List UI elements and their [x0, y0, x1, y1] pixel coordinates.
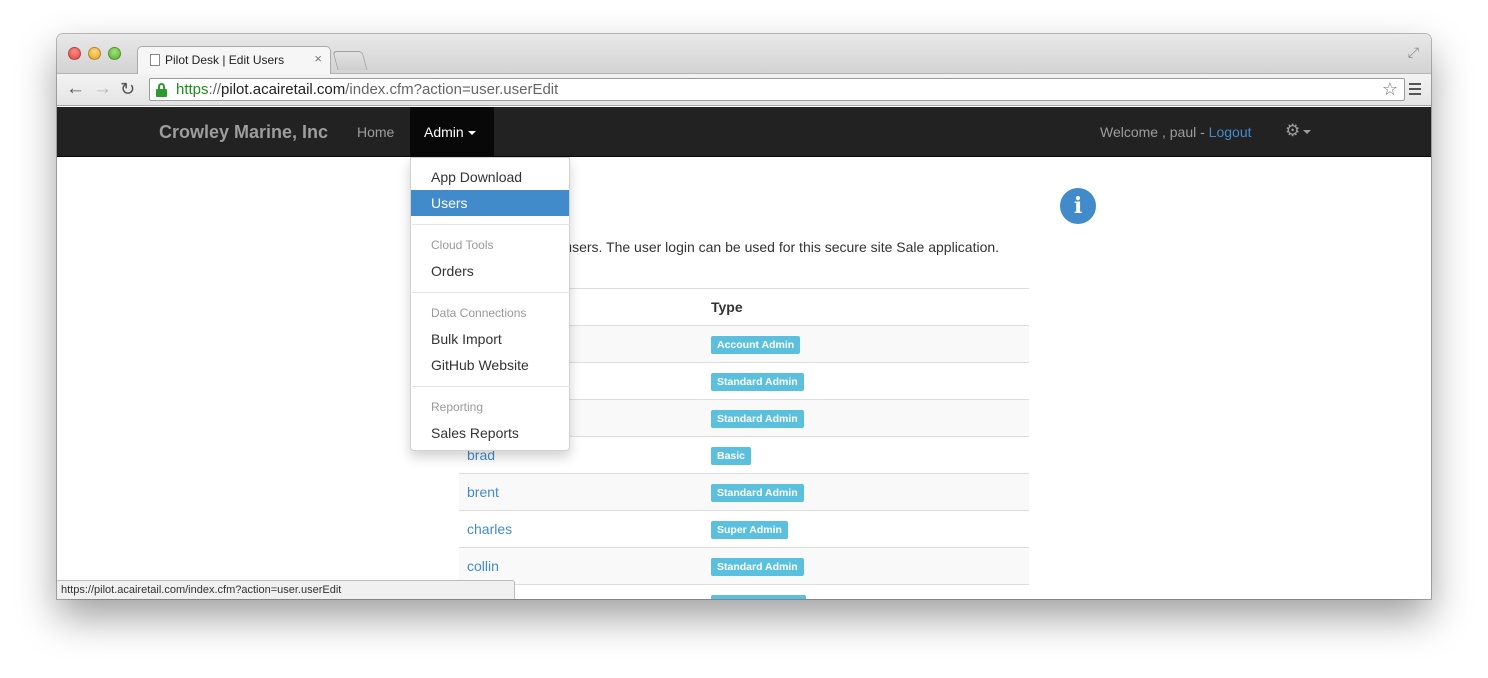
reload-icon[interactable]: ↻	[120, 78, 135, 100]
nav-admin-text: Admin	[424, 124, 464, 140]
tab-close-icon[interactable]: ×	[314, 51, 322, 66]
menu-item-users[interactable]: Users	[411, 190, 569, 216]
menu-item-sales-reports[interactable]: Sales Reports	[411, 420, 569, 446]
user-type-badge: Account Admin	[711, 335, 801, 354]
url-separator: ://	[208, 81, 222, 98]
user-type-cell: Standard Admin	[703, 362, 1029, 400]
nav-admin-dropdown-toggle[interactable]: Admin	[410, 107, 494, 157]
menu-item-orders[interactable]: Orders	[411, 258, 569, 284]
user-name-cell: collin	[459, 547, 703, 585]
menu-item-github-website[interactable]: GitHub Website	[411, 352, 569, 378]
welcome-message: Welcome , paul - Logout	[1100, 124, 1252, 140]
zoom-window-button[interactable]	[108, 47, 121, 60]
menu-divider	[412, 292, 570, 293]
user-type-badge: Standard Admin	[711, 372, 804, 391]
tab-title: Pilot Desk | Edit Users	[165, 53, 285, 67]
user-type-cell: Standard Admin	[703, 399, 1029, 437]
user-name-cell: charles	[459, 510, 703, 548]
caret-down-icon	[1303, 129, 1312, 134]
url-host: pilot.acairetail.com	[221, 81, 346, 98]
user-type-cell: Standard Admin	[703, 473, 1029, 511]
menu-item-bulk-import[interactable]: Bulk Import	[411, 326, 569, 352]
close-window-button[interactable]	[68, 47, 81, 60]
logout-link[interactable]: Logout	[1209, 124, 1252, 140]
browser-toolbar: ← → ↻ https://pilot.acairetail.com/index…	[57, 74, 1431, 106]
lock-icon	[156, 83, 167, 97]
user-link[interactable]: collin	[467, 558, 499, 574]
brand-link[interactable]: Crowley Marine, Inc	[159, 122, 328, 143]
user-type-badge: Standard Admin	[711, 483, 804, 502]
menu-item-app-download[interactable]: App Download	[411, 164, 569, 190]
menu-divider	[412, 386, 570, 387]
status-bar: https://pilot.acairetail.com/index.cfm?a…	[57, 580, 515, 599]
user-link[interactable]: charles	[467, 521, 512, 537]
page-content: Crowley Marine, Inc Home Admin Welcome ,…	[57, 107, 1431, 599]
user-type-cell: Account Admin	[703, 325, 1029, 363]
url-path: /index.cfm?action=user.userEdit	[345, 81, 559, 98]
table-row	[459, 584, 1029, 599]
welcome-text: Welcome , paul -	[1100, 124, 1209, 140]
table-row: brent Standard Admin	[459, 473, 1029, 511]
gear-icon: ⚙	[1285, 121, 1301, 140]
table-row: charles Super Admin	[459, 510, 1029, 548]
browser-tab[interactable]: Pilot Desk | Edit Users ×	[137, 46, 331, 75]
back-arrow-icon[interactable]: ←	[66, 78, 85, 100]
browser-menu-icon[interactable]	[1409, 83, 1421, 95]
address-bar[interactable]: https://pilot.acairetail.com/index.cfm?a…	[149, 78, 1405, 101]
column-header-type: Type	[703, 288, 1029, 326]
fullscreen-icon[interactable]: ⤢	[1408, 44, 1419, 61]
user-type-badge: Standard Admin	[711, 557, 804, 576]
user-type-badge: Basic	[711, 446, 752, 465]
new-tab-button[interactable]	[332, 51, 368, 70]
user-type-cell: Basic	[703, 436, 1029, 474]
user-link[interactable]: brent	[467, 484, 499, 500]
user-type-badge	[711, 594, 806, 599]
admin-dropdown-menu: App Download Users Cloud Tools Orders Da…	[410, 157, 570, 451]
user-type-cell: Super Admin	[703, 510, 1029, 548]
user-type-cell: Standard Admin	[703, 547, 1029, 585]
menu-header-data-connections: Data Connections	[431, 306, 527, 320]
browser-window: Pilot Desk | Edit Users × ⤢ ← → ↻ https:…	[57, 34, 1431, 599]
user-type-cell	[703, 584, 1029, 599]
nav-admin-label: Admin	[424, 124, 476, 140]
info-icon[interactable]: i	[1060, 188, 1096, 224]
menu-header-reporting: Reporting	[431, 400, 484, 414]
menu-header-cloud-tools: Cloud Tools	[431, 238, 494, 252]
user-type-badge: Standard Admin	[711, 409, 804, 428]
title-bar: Pilot Desk | Edit Users × ⤢	[57, 34, 1431, 75]
settings-dropdown-toggle[interactable]: ⚙	[1285, 121, 1312, 141]
table-row: collin Standard Admin	[459, 547, 1029, 585]
caret-down-icon	[467, 131, 476, 136]
minimize-window-button[interactable]	[88, 47, 101, 60]
forward-arrow-icon[interactable]: →	[93, 78, 112, 100]
top-navbar: Crowley Marine, Inc Home Admin Welcome ,…	[57, 107, 1431, 157]
url-text: https://pilot.acairetail.com/index.cfm?a…	[176, 81, 558, 98]
url-scheme: https	[176, 81, 209, 98]
menu-divider	[412, 224, 570, 225]
document-icon	[150, 54, 160, 66]
bookmark-star-icon[interactable]: ☆	[1382, 79, 1398, 100]
user-name-cell: brent	[459, 473, 703, 511]
nav-home[interactable]: Home	[357, 124, 394, 140]
user-type-badge: Super Admin	[711, 520, 788, 539]
